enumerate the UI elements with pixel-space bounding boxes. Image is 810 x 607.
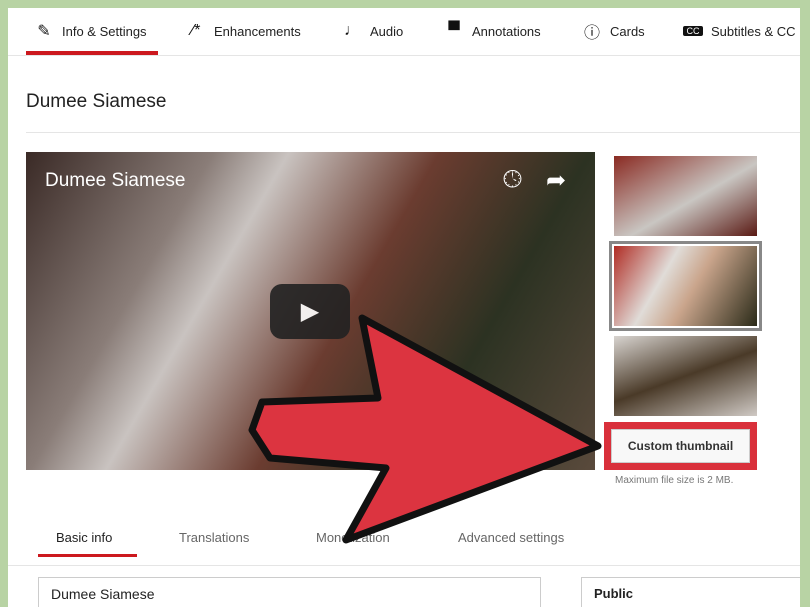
arrow-shape — [248, 314, 602, 544]
red-arrow-annotation — [248, 314, 602, 544]
